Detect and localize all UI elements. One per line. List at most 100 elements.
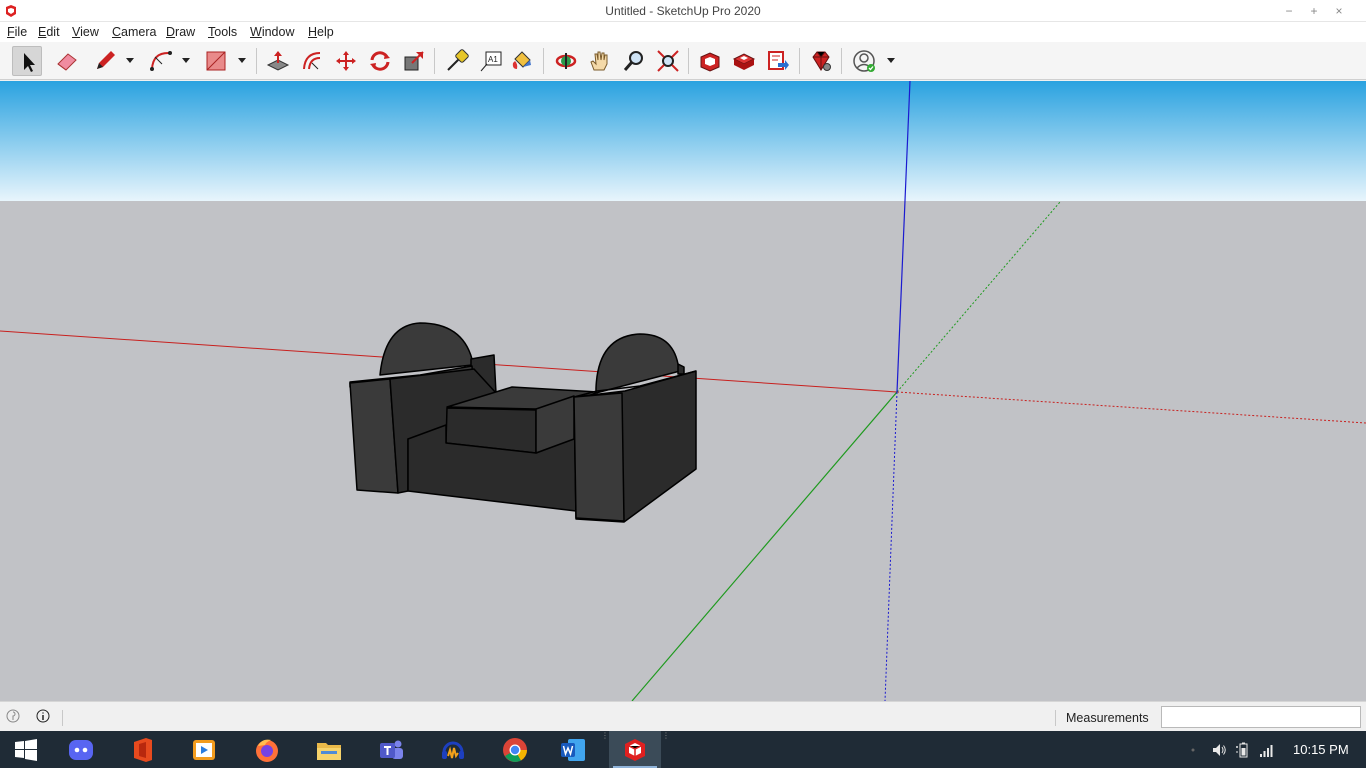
send-to-layout-button[interactable] bbox=[763, 46, 793, 76]
taskbar-firefox[interactable] bbox=[241, 731, 293, 768]
move-tool[interactable] bbox=[331, 46, 361, 76]
taskbar-discord[interactable] bbox=[55, 731, 107, 768]
teams-icon bbox=[380, 740, 403, 759]
menu-window[interactable]: Window bbox=[250, 25, 294, 39]
status-separator bbox=[62, 710, 63, 726]
status-bar: Measurements bbox=[0, 701, 1366, 731]
extension-manager-icon bbox=[812, 51, 831, 71]
taskbar-audacity[interactable] bbox=[427, 731, 479, 768]
menu-draw-label: raw bbox=[175, 25, 196, 39]
arc-tool-dropdown-icon[interactable] bbox=[181, 55, 191, 65]
menu-draw[interactable]: Draw bbox=[166, 25, 195, 39]
volume-icon[interactable] bbox=[1211, 742, 1227, 758]
tape-measure-tool[interactable] bbox=[442, 46, 472, 76]
firefox-icon bbox=[256, 739, 278, 762]
scene-canvas[interactable] bbox=[0, 81, 1366, 701]
toolbar-separator bbox=[256, 48, 257, 74]
menu-view-label: iew bbox=[80, 25, 99, 39]
network-signal-icon[interactable] bbox=[1259, 742, 1275, 758]
send-to-layout-icon bbox=[768, 51, 789, 70]
discord-icon bbox=[69, 740, 93, 760]
magnifier-icon bbox=[623, 51, 643, 71]
rotate-tool[interactable] bbox=[365, 46, 395, 76]
hand-icon bbox=[590, 51, 608, 71]
drawing-viewport[interactable] bbox=[0, 81, 1366, 701]
paint-bucket-icon bbox=[512, 51, 531, 69]
pan-tool[interactable] bbox=[585, 46, 615, 76]
measurements-label: Measurements bbox=[1066, 711, 1149, 725]
tape-measure-icon bbox=[447, 49, 469, 71]
zoom-tool[interactable] bbox=[619, 46, 649, 76]
scale-tool[interactable] bbox=[399, 46, 429, 76]
toolbar-separator bbox=[799, 48, 800, 74]
text-tool-glyph: A1 bbox=[488, 55, 498, 64]
3d-warehouse-button[interactable] bbox=[695, 46, 725, 76]
taskbar-office[interactable] bbox=[117, 731, 169, 768]
taskbar-chrome[interactable] bbox=[489, 731, 541, 768]
measurements-input[interactable] bbox=[1161, 706, 1361, 728]
menu-edit-label: dit bbox=[46, 25, 60, 39]
maximize-button[interactable]: + bbox=[1306, 3, 1322, 19]
text-label-icon: A1 bbox=[480, 51, 502, 72]
right-block-front bbox=[573, 392, 625, 522]
extension-manager-button[interactable] bbox=[806, 46, 836, 76]
menu-camera-accel: C bbox=[112, 25, 122, 39]
menu-file[interactable]: File bbox=[7, 25, 27, 39]
menu-tools-label: ools bbox=[214, 25, 238, 39]
text-tool[interactable]: A1 bbox=[476, 46, 506, 76]
taskbar-gripper: ⋮ bbox=[662, 731, 670, 740]
extension-warehouse-button[interactable] bbox=[729, 46, 759, 76]
menu-file-accel: F bbox=[7, 25, 15, 39]
start-button[interactable] bbox=[0, 731, 52, 768]
close-button[interactable]: × bbox=[1331, 3, 1347, 19]
sky bbox=[0, 81, 1366, 201]
menu-bar: File Edit View Camera Draw Tools Window … bbox=[0, 22, 1366, 42]
move-icon bbox=[336, 51, 356, 71]
taskbar-sketchup[interactable] bbox=[609, 731, 661, 768]
taskbar-word[interactable] bbox=[547, 731, 599, 768]
close-icon: × bbox=[1335, 4, 1343, 18]
eraser-tool[interactable] bbox=[52, 46, 82, 76]
menu-help[interactable]: Help bbox=[308, 25, 334, 39]
instructor-info-icon[interactable] bbox=[36, 709, 50, 723]
menu-draw-accel: D bbox=[166, 25, 176, 39]
3d-warehouse-icon bbox=[700, 52, 720, 72]
taskbar-teams[interactable] bbox=[365, 731, 417, 768]
toolbar-separator bbox=[688, 48, 689, 74]
push-pull-icon bbox=[266, 51, 290, 71]
offset-tool[interactable] bbox=[297, 46, 327, 76]
orbit-icon bbox=[555, 53, 577, 69]
windows-taskbar: ⋮ ⋮ 10:15 PM bbox=[0, 731, 1366, 768]
minimize-icon: − bbox=[1285, 4, 1293, 18]
menu-help-label: elp bbox=[317, 25, 334, 39]
taskbar-media-player[interactable] bbox=[178, 731, 230, 768]
taskbar-clock[interactable]: 10:15 PM bbox=[1293, 742, 1349, 757]
chrome-icon bbox=[503, 738, 528, 762]
battery-icon[interactable] bbox=[1235, 742, 1251, 758]
minimize-button[interactable]: − bbox=[1281, 3, 1297, 19]
orbit-tool[interactable] bbox=[551, 46, 581, 76]
arc-tool[interactable] bbox=[146, 46, 176, 76]
menu-window-label: indow bbox=[261, 25, 295, 39]
line-tool-dropdown-icon[interactable] bbox=[125, 55, 135, 65]
tray-overflow-icon[interactable] bbox=[1188, 742, 1198, 758]
taskbar-file-explorer[interactable] bbox=[303, 731, 355, 768]
measurements-separator bbox=[1055, 710, 1056, 726]
geo-location-icon[interactable] bbox=[6, 709, 20, 723]
paint-bucket-tool[interactable] bbox=[507, 46, 537, 76]
account-button[interactable] bbox=[849, 46, 879, 76]
account-dropdown-icon[interactable] bbox=[886, 55, 896, 65]
line-tool[interactable] bbox=[90, 46, 120, 76]
push-pull-tool[interactable] bbox=[263, 46, 293, 76]
rotate-icon bbox=[370, 51, 390, 71]
offset-icon bbox=[303, 52, 321, 70]
rectangle-tool[interactable] bbox=[201, 46, 231, 76]
pencil-icon bbox=[97, 51, 115, 69]
menu-tools[interactable]: Tools bbox=[208, 25, 237, 39]
menu-camera[interactable]: Camera bbox=[112, 25, 156, 39]
menu-view[interactable]: View bbox=[72, 25, 99, 39]
rectangle-tool-dropdown-icon[interactable] bbox=[237, 55, 247, 65]
select-tool[interactable] bbox=[12, 46, 42, 76]
menu-edit[interactable]: Edit bbox=[38, 25, 60, 39]
zoom-extents-tool[interactable] bbox=[653, 46, 683, 76]
